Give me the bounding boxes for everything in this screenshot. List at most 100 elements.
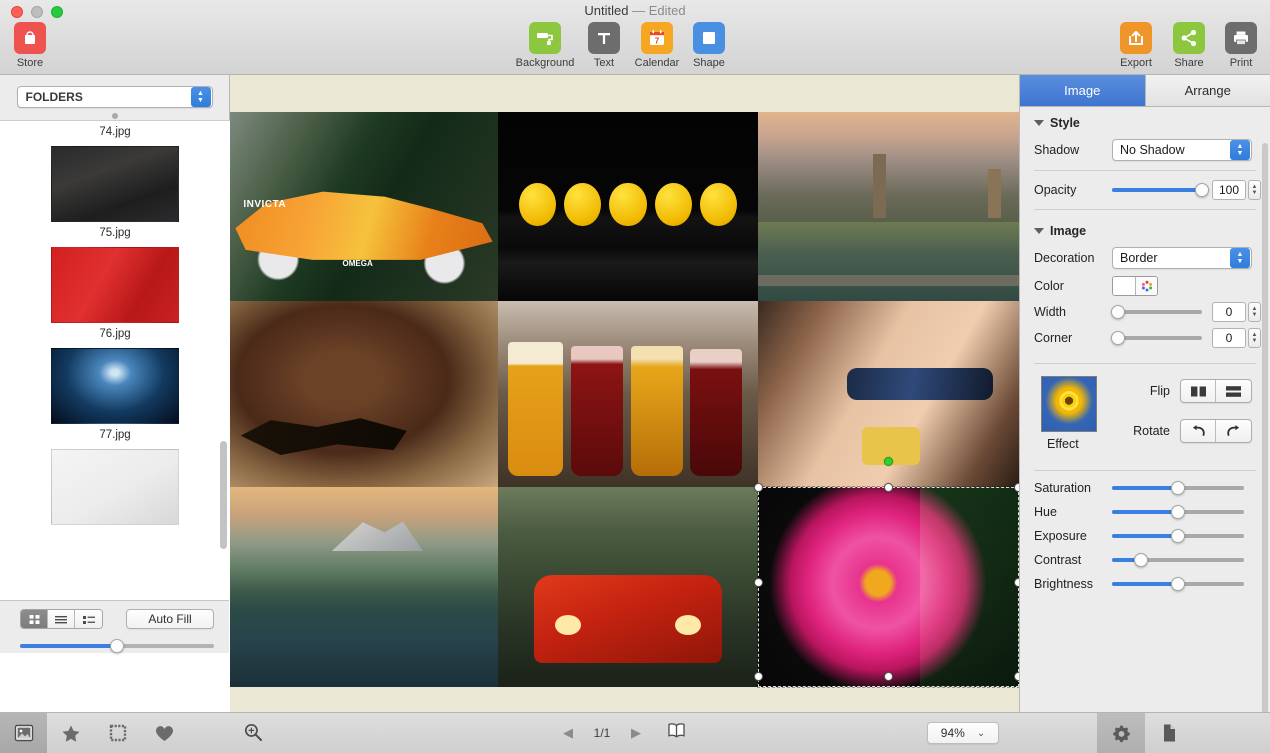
exposure-slider[interactable] (1112, 529, 1244, 543)
view-mode-group[interactable] (20, 609, 103, 629)
decoration-select[interactable]: Border ▲ ▼ (1112, 247, 1252, 269)
folders-popup-button[interactable]: FOLDERS ▲ ▼ (16, 86, 213, 108)
selection-handle-top-center[interactable] (884, 483, 893, 492)
settings-gear-icon[interactable] (1097, 713, 1145, 753)
style-section-header[interactable]: Style (1020, 107, 1270, 135)
width-slider[interactable] (1111, 305, 1202, 319)
contrast-slider[interactable] (1112, 553, 1244, 567)
slider-knob[interactable] (1171, 481, 1185, 495)
collage-cell-woman-sunglasses[interactable] (758, 301, 1019, 487)
bottom-left-icons[interactable] (0, 713, 229, 753)
selection-handle-top-right[interactable] (1014, 483, 1019, 492)
list-item[interactable]: 74.jpg (0, 121, 230, 222)
width-field[interactable]: 0 (1212, 302, 1246, 322)
photos-icon[interactable] (0, 713, 47, 753)
slider-fill (1112, 510, 1178, 514)
collage-cell-pink-flower[interactable] (758, 487, 1019, 687)
image-section-header[interactable]: Image (1020, 215, 1270, 243)
shape-button[interactable]: Shape (677, 22, 741, 69)
hue-slider[interactable] (1112, 505, 1244, 519)
corner-stepper[interactable]: ▲ ▼ (1248, 328, 1261, 348)
collage-cell-motorcycle[interactable]: INVICTA OMEGA (230, 112, 498, 301)
collage-cell-beer-glasses[interactable] (498, 301, 758, 487)
slider-knob[interactable] (1195, 183, 1209, 197)
heart-icon[interactable] (141, 713, 188, 753)
color-label: Color (1034, 279, 1064, 293)
selection-handle-bottom-right[interactable] (1014, 672, 1019, 681)
sidebar-item-list-view[interactable] (48, 610, 75, 628)
sidebar-scrollbar[interactable] (220, 441, 227, 549)
flip-vertical-icon[interactable] (1216, 380, 1251, 402)
canvas-area[interactable]: INVICTA OMEGA (230, 75, 1019, 712)
sidebar-item-grid-view[interactable] (21, 610, 48, 628)
selection-handle-middle-right[interactable] (1014, 578, 1019, 587)
collage-cell-gelato[interactable] (230, 301, 498, 487)
list-item[interactable]: 76.jpg (0, 323, 230, 424)
favorites-star-icon[interactable] (47, 713, 94, 753)
effect-thumbnail[interactable] (1041, 376, 1097, 432)
brightness-slider[interactable] (1112, 577, 1244, 591)
collage-grid[interactable]: INVICTA OMEGA (230, 112, 1019, 687)
color-wheel-icon[interactable] (1135, 277, 1157, 295)
collage-cell-red-car[interactable] (498, 487, 758, 687)
tab-image[interactable]: Image (1020, 75, 1146, 106)
selection-handle-middle-left[interactable] (754, 578, 763, 587)
svg-text:7: 7 (655, 35, 660, 45)
flip-button-group[interactable] (1180, 379, 1252, 403)
collage-cell-mountain-lake[interactable] (230, 487, 498, 687)
book-spread-icon[interactable] (667, 722, 686, 744)
opacity-stepper[interactable]: ▲ ▼ (1248, 180, 1261, 200)
inspector-tabs[interactable]: Image Arrange (1020, 75, 1270, 107)
disclosure-triangle-icon[interactable] (1034, 120, 1044, 126)
opacity-slider[interactable] (1112, 183, 1209, 197)
selection-handle-bottom-left[interactable] (754, 672, 763, 681)
collage-cell-london[interactable] (758, 112, 1019, 301)
slider-knob[interactable] (1134, 553, 1149, 567)
corner-field[interactable]: 0 (1212, 328, 1246, 348)
disclosure-triangle-icon[interactable] (1034, 228, 1044, 234)
frames-icon[interactable] (94, 713, 141, 753)
corner-slider[interactable] (1111, 331, 1202, 345)
print-label: Print (1229, 57, 1253, 69)
selection-handle-top-left[interactable] (754, 483, 763, 492)
zoom-level-select[interactable]: 94% ⌄ (927, 722, 999, 744)
sidebar-item-detail-view[interactable] (75, 610, 102, 628)
rotate-counterclockwise-icon[interactable] (1181, 420, 1216, 442)
list-item[interactable]: 75.jpg (0, 222, 230, 323)
thumbnail-image[interactable] (51, 449, 179, 525)
tab-arrange[interactable]: Arrange (1145, 75, 1270, 106)
opacity-field[interactable]: 100 (1212, 180, 1246, 200)
collage-cell-smiley-eggs[interactable] (498, 112, 758, 301)
split-grabber[interactable] (111, 113, 118, 119)
slider-knob[interactable] (110, 639, 124, 653)
store-button[interactable]: Store (0, 22, 60, 69)
thumbnail-image[interactable] (51, 146, 179, 222)
width-stepper[interactable]: ▲ ▼ (1248, 302, 1261, 322)
rotate-clockwise-icon[interactable] (1216, 420, 1251, 442)
rotate-handle[interactable] (883, 457, 893, 466)
background-button[interactable]: Background (513, 22, 577, 69)
flip-horizontal-icon[interactable] (1181, 380, 1216, 402)
thumbnail-image[interactable] (51, 348, 179, 424)
shadow-select[interactable]: No Shadow ▲ ▼ (1112, 139, 1252, 161)
bottom-right-icons[interactable] (1020, 713, 1270, 753)
print-button[interactable]: Print (1209, 22, 1270, 69)
color-well[interactable] (1112, 276, 1158, 296)
color-swatch[interactable] (1113, 277, 1135, 295)
previous-page-button[interactable]: ◀ (563, 725, 573, 741)
auto-fill-button[interactable]: Auto Fill (126, 609, 214, 629)
list-item[interactable]: 77.jpg (0, 424, 230, 525)
slider-knob[interactable] (1171, 529, 1185, 543)
exposure-label: Exposure (1034, 529, 1087, 543)
slider-knob[interactable] (1171, 505, 1185, 519)
thumbnail-image[interactable] (51, 247, 179, 323)
next-page-button[interactable]: ▶ (631, 725, 641, 741)
slider-knob[interactable] (1111, 305, 1125, 319)
thumbnail-size-slider[interactable] (20, 639, 214, 653)
saturation-slider[interactable] (1112, 481, 1244, 495)
slider-knob[interactable] (1171, 577, 1185, 591)
page-document-icon[interactable] (1145, 713, 1193, 753)
slider-knob[interactable] (1111, 331, 1125, 345)
selection-handle-bottom-center[interactable] (884, 672, 893, 681)
rotate-button-group[interactable] (1180, 419, 1252, 443)
